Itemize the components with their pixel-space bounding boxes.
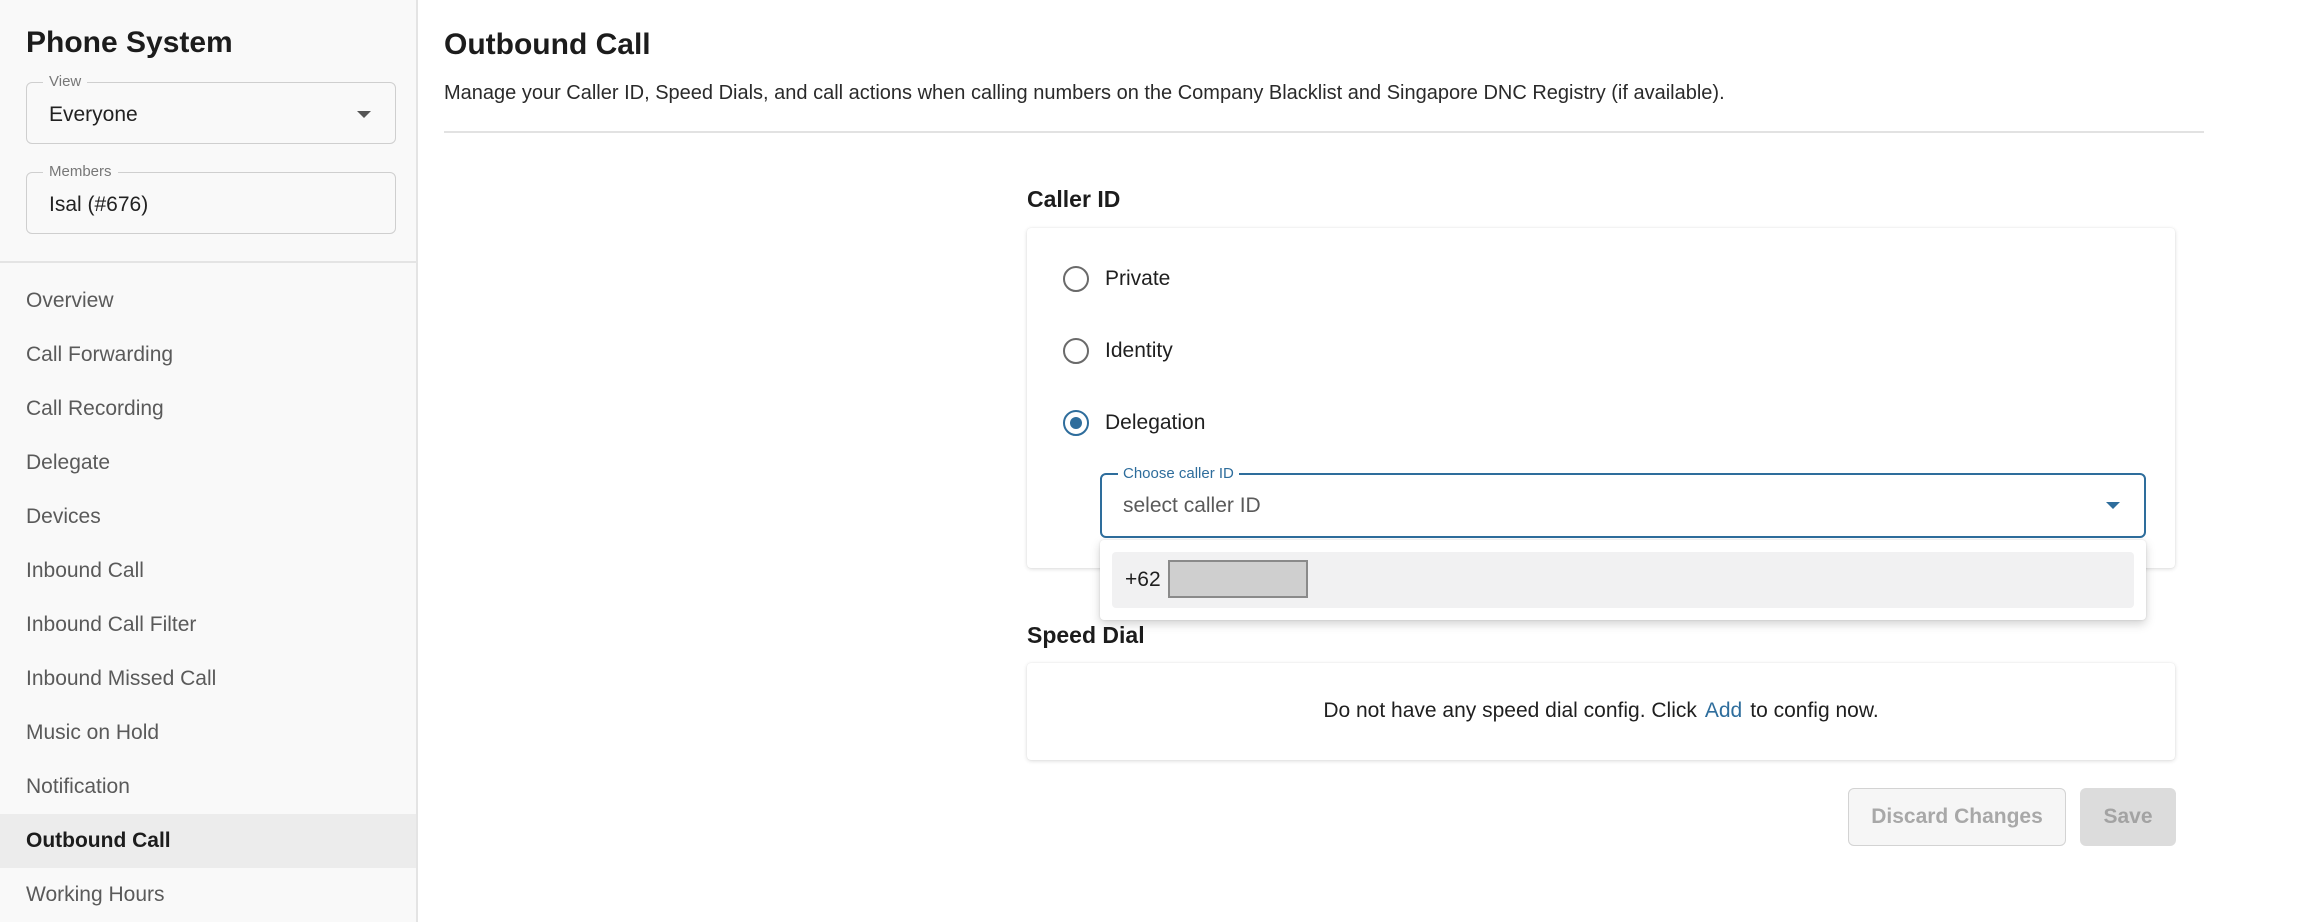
- right-blank-area: [2204, 0, 2306, 922]
- chevron-down-icon[interactable]: [2106, 502, 2120, 509]
- discard-changes-button[interactable]: Discard Changes: [1848, 788, 2066, 846]
- page-description: Manage your Caller ID, Speed Dials, and …: [444, 82, 1725, 104]
- sidebar-item-inbound-call[interactable]: Inbound Call: [0, 544, 416, 598]
- members-field-value: Isal (#676): [49, 193, 149, 216]
- app-title: Phone System: [26, 26, 233, 59]
- sidebar-item-outbound-call[interactable]: Outbound Call: [0, 814, 416, 868]
- radio-icon[interactable]: [1063, 266, 1089, 292]
- page-divider: [444, 131, 2204, 133]
- radio-icon[interactable]: [1063, 338, 1089, 364]
- sidebar-item-devices[interactable]: Devices: [0, 490, 416, 544]
- speed-dial-empty-text-end: to config now.: [1750, 699, 1879, 722]
- sidebar-item-music-on-hold[interactable]: Music on Hold: [0, 706, 416, 760]
- sidebar-divider: [0, 261, 416, 263]
- radio-identity-label: Identity: [1105, 339, 1173, 362]
- speed-dial-heading: Speed Dial: [1027, 622, 1145, 648]
- redacted-number-box: [1168, 560, 1308, 598]
- caller-id-heading: Caller ID: [1027, 186, 1121, 212]
- sidebar-item-working-hours[interactable]: Working Hours: [0, 868, 416, 922]
- view-select-value: Everyone: [49, 103, 138, 126]
- caller-id-select-placeholder: select caller ID: [1123, 494, 1261, 517]
- view-select[interactable]: View Everyone: [26, 73, 396, 144]
- save-button[interactable]: Save: [2080, 788, 2176, 846]
- sidebar-item-inbound-call-filter[interactable]: Inbound Call Filter: [0, 598, 416, 652]
- caller-id-select-legend: Choose caller ID: [1118, 465, 1239, 482]
- members-field[interactable]: Members Isal (#676): [26, 163, 396, 234]
- sidebar-item-delegate[interactable]: Delegate: [0, 436, 416, 490]
- radio-delegation-label: Delegation: [1105, 411, 1206, 434]
- radio-icon[interactable]: [1063, 410, 1089, 436]
- sidebar-item-overview[interactable]: Overview: [0, 274, 416, 328]
- speed-dial-card: Do not have any speed dial config. Click…: [1027, 663, 2175, 760]
- view-select-legend: View: [43, 73, 88, 90]
- sidebar-item-inbound-missed-call[interactable]: Inbound Missed Call: [0, 652, 416, 706]
- speed-dial-empty-message: Do not have any speed dial config. Click…: [1027, 699, 2175, 723]
- sidebar-nav: Overview Call Forwarding Call Recording …: [0, 274, 416, 922]
- caller-id-select[interactable]: Choose caller ID select caller ID: [1100, 465, 2146, 538]
- caller-id-option[interactable]: +62: [1112, 552, 2134, 608]
- radio-identity[interactable]: Identity: [1063, 336, 1173, 366]
- radio-delegation[interactable]: Delegation: [1063, 408, 1205, 438]
- sidebar-item-call-forwarding[interactable]: Call Forwarding: [0, 328, 416, 382]
- caller-id-option-number: +62: [1125, 568, 1161, 591]
- members-field-legend: Members: [43, 163, 118, 180]
- sidebar-item-call-recording[interactable]: Call Recording: [0, 382, 416, 436]
- sidebar: Phone System View Everyone Members Isal …: [0, 0, 418, 922]
- sidebar-item-notification[interactable]: Notification: [0, 760, 416, 814]
- chevron-down-icon: [357, 111, 371, 118]
- speed-dial-empty-text: Do not have any speed dial config. Click: [1323, 699, 1697, 722]
- caller-id-dropdown: +62: [1100, 540, 2146, 620]
- radio-private[interactable]: Private: [1063, 264, 1170, 294]
- radio-private-label: Private: [1105, 267, 1171, 290]
- add-speed-dial-link[interactable]: Add: [1705, 699, 1742, 722]
- page-title: Outbound Call: [444, 28, 651, 61]
